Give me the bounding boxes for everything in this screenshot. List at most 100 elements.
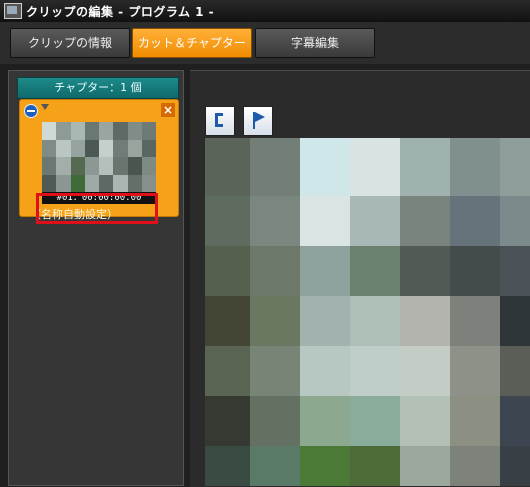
preview-cell xyxy=(205,346,250,396)
preview-cell xyxy=(400,246,450,296)
thumb-cell xyxy=(42,139,57,157)
chapter-thumbnail xyxy=(42,122,156,192)
preview-cell xyxy=(450,296,500,346)
preview-cell xyxy=(500,246,530,296)
preview-cell xyxy=(500,296,530,346)
preview-cell xyxy=(250,246,300,296)
thumb-cell xyxy=(127,174,142,192)
preview-cell xyxy=(250,346,300,396)
thumb-cell xyxy=(141,157,156,175)
preview-cell xyxy=(500,196,530,246)
preview-cell xyxy=(350,446,400,486)
thumb-cell xyxy=(70,174,85,192)
preview-cell xyxy=(250,396,300,446)
thumb-cell xyxy=(127,157,142,175)
preview-cell xyxy=(350,396,400,446)
thumb-cell xyxy=(56,157,71,175)
thumb-cell xyxy=(99,157,114,175)
thumb-cell xyxy=(42,157,57,175)
preview-cell xyxy=(400,138,450,196)
video-preview xyxy=(205,138,530,486)
thumb-cell xyxy=(99,139,114,157)
preview-cell xyxy=(205,296,250,346)
preview-cell xyxy=(450,396,500,446)
thumb-cell xyxy=(70,139,85,157)
thumb-cell xyxy=(84,174,99,192)
thumb-cell xyxy=(141,139,156,157)
preview-cell xyxy=(400,446,450,486)
thumb-cell xyxy=(113,157,128,175)
preview-cell xyxy=(205,446,250,486)
preview-cell xyxy=(300,346,350,396)
preview-cell xyxy=(205,138,250,196)
preview-cell xyxy=(300,296,350,346)
set-in-point-button[interactable] xyxy=(205,106,235,136)
preview-cell xyxy=(350,246,400,296)
preview-cell xyxy=(500,446,530,486)
window-title: クリップの編集 - プログラム 1 - xyxy=(26,5,215,19)
thumb-cell xyxy=(99,174,114,192)
thumb-cell xyxy=(127,139,142,157)
chapter-panel: チャプター：1 個 × #01：00:00:00.00 （名称自動設定） xyxy=(8,70,184,486)
thumb-cell xyxy=(84,139,99,157)
thumb-cell xyxy=(113,139,128,157)
thumb-cell xyxy=(70,157,85,175)
minus-circle-icon[interactable] xyxy=(24,104,38,118)
preview-cell xyxy=(300,138,350,196)
thumb-cell xyxy=(84,157,99,175)
thumb-cell xyxy=(127,122,142,140)
preview-cell xyxy=(250,296,300,346)
preview-cell xyxy=(400,196,450,246)
preview-cell xyxy=(205,246,250,296)
app-window-icon xyxy=(4,3,22,19)
tab-subtitle-edit[interactable]: 字幕編集 xyxy=(255,28,375,58)
preview-cell xyxy=(450,196,500,246)
highlight-annotation xyxy=(36,193,158,224)
preview-cell xyxy=(500,346,530,396)
tab-cut-chapter[interactable]: カット＆チャプター xyxy=(132,28,252,58)
thumb-cell xyxy=(99,122,114,140)
thumb-cell xyxy=(113,174,128,192)
add-chapter-button[interactable] xyxy=(243,106,273,136)
tab-bar: クリップの情報 カット＆チャプター 字幕編集 xyxy=(0,22,530,64)
chapter-flag-cloth xyxy=(255,112,265,122)
preview-cell xyxy=(300,196,350,246)
preview-cell xyxy=(300,246,350,296)
in-point-bracket-icon xyxy=(215,113,223,127)
preview-cell xyxy=(500,138,530,196)
preview-cell xyxy=(450,346,500,396)
thumb-cell xyxy=(141,174,156,192)
preview-cell xyxy=(350,138,400,196)
preview-cell xyxy=(500,396,530,446)
preview-cell xyxy=(400,296,450,346)
thumb-cell xyxy=(141,122,156,140)
preview-cell xyxy=(400,346,450,396)
thumb-cell xyxy=(42,122,57,140)
thumb-cell xyxy=(56,174,71,192)
thumb-cell xyxy=(42,174,57,192)
preview-cell xyxy=(300,446,350,486)
preview-cell xyxy=(250,446,300,486)
preview-cell xyxy=(205,396,250,446)
thumb-cell xyxy=(70,122,85,140)
tab-clip-info[interactable]: クリップの情報 xyxy=(10,28,130,58)
chapter-count-header: チャプター：1 個 xyxy=(17,77,179,99)
thumb-cell xyxy=(113,122,128,140)
preview-cell xyxy=(450,138,500,196)
thumb-cell xyxy=(84,122,99,140)
title-bar: クリップの編集 - プログラム 1 - xyxy=(0,0,530,23)
preview-cell xyxy=(450,446,500,486)
preview-cell xyxy=(205,196,250,246)
preview-cell xyxy=(450,246,500,296)
thumb-cell xyxy=(56,139,71,157)
preview-cell xyxy=(300,396,350,446)
preview-cell xyxy=(400,396,450,446)
thumb-cell xyxy=(56,122,71,140)
preview-cell xyxy=(350,296,400,346)
preview-cell xyxy=(350,196,400,246)
preview-cell xyxy=(250,196,300,246)
dropdown-arrow-icon[interactable] xyxy=(41,104,49,110)
preview-cell xyxy=(250,138,300,196)
preview-cell xyxy=(350,346,400,396)
close-icon[interactable]: × xyxy=(161,103,175,117)
